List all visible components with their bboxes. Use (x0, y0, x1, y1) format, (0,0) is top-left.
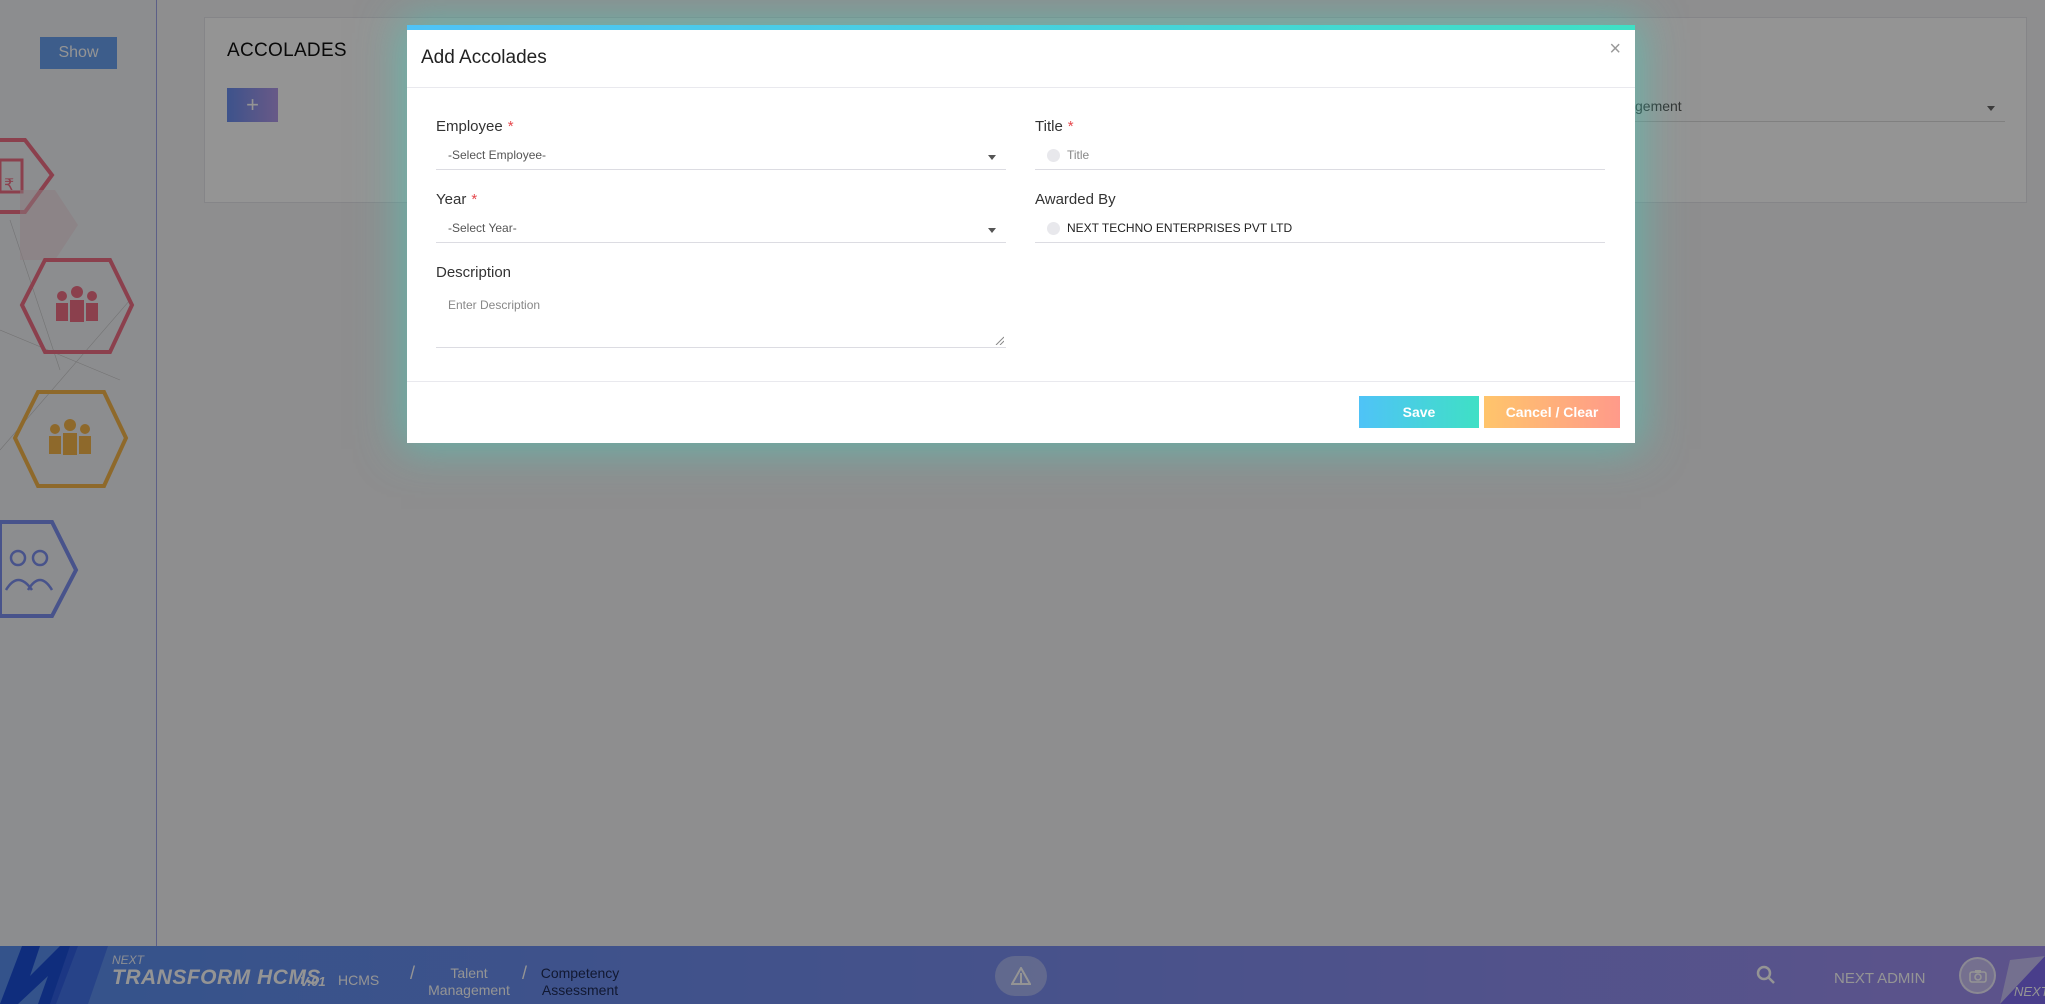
close-icon[interactable]: × (1609, 38, 1621, 61)
modal-footer: Save Cancel / Clear (407, 382, 1635, 442)
employee-label: Employee * (436, 118, 514, 135)
title-label: Title * (1035, 118, 1074, 135)
title-placeholder: Title (1067, 148, 1090, 162)
title-input[interactable]: Title (1035, 144, 1605, 170)
modal-header: Add Accolades × (407, 30, 1635, 88)
modal-title: Add Accolades (421, 47, 547, 68)
awarded-by-field-icon (1047, 222, 1060, 235)
description-label: Description (436, 264, 512, 281)
description-field: Description Enter Description (436, 264, 1006, 348)
chevron-down-icon (988, 228, 996, 233)
description-placeholder: Enter Description (448, 298, 541, 312)
awarded-by-label: Awarded By (1035, 191, 1116, 208)
chevron-down-icon (988, 155, 996, 160)
title-field: Title * Title (1035, 118, 1605, 170)
cancel-clear-button[interactable]: Cancel / Clear (1484, 396, 1620, 428)
awarded-by-input[interactable]: NEXT TECHNO ENTERPRISES PVT LTD (1035, 217, 1605, 243)
accolade-form: Employee * -Select Employee- Title * Title… (407, 88, 1635, 382)
save-button[interactable]: Save (1359, 396, 1479, 428)
awarded-by-value: NEXT TECHNO ENTERPRISES PVT LTD (1067, 221, 1293, 235)
employee-select-value: -Select Employee- (448, 148, 547, 162)
description-textarea[interactable]: Enter Description (436, 290, 1006, 348)
title-field-icon (1047, 149, 1060, 162)
year-label: Year * (436, 191, 478, 208)
year-field: Year * -Select Year- (436, 191, 1006, 243)
awarded-by-field: Awarded By NEXT TECHNO ENTERPRISES PVT L… (1035, 191, 1605, 243)
year-select-value: -Select Year- (448, 221, 517, 235)
employee-select[interactable]: -Select Employee- (436, 144, 1006, 170)
add-accolades-modal: Add Accolades × Employee * -Select Employ… (407, 25, 1635, 443)
employee-field: Employee * -Select Employee- (436, 118, 1006, 170)
resize-handle-icon[interactable] (994, 335, 1004, 345)
year-select[interactable]: -Select Year- (436, 217, 1006, 243)
